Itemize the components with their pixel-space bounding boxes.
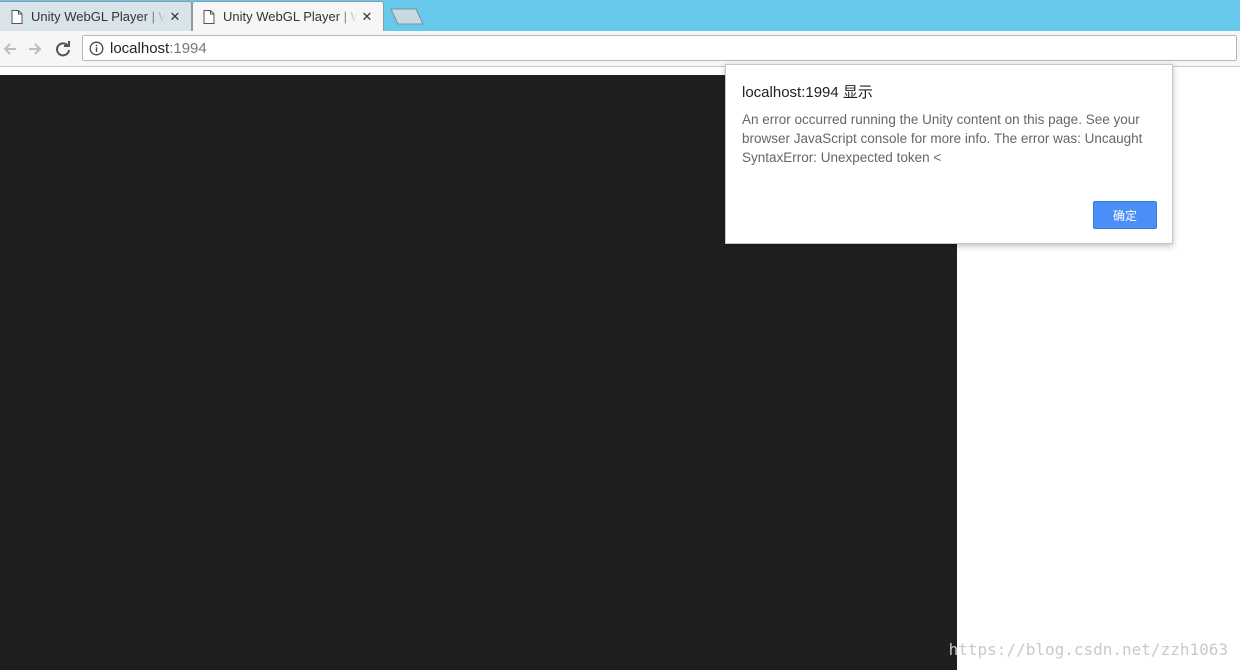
alert-dialog: localhost:1994 显示 An error occurred runn… [725, 64, 1173, 244]
watermark: https://blog.csdn.net/zzh1063 [948, 640, 1228, 659]
address-bar[interactable]: localhost:1994 [82, 35, 1237, 61]
tab-close-icon[interactable]: ✕ [357, 9, 377, 25]
tab-unity-webgl-player-2[interactable]: Unity WebGL Player | Web ✕ [192, 1, 384, 31]
document-icon [11, 9, 23, 24]
url-host: localhost [110, 39, 170, 57]
dialog-message: An error occurred running the Unity cont… [742, 112, 1143, 165]
tab-title: Unity WebGL Player | Web [31, 9, 165, 24]
ok-button[interactable]: 确定 [1093, 201, 1157, 229]
dialog-title: localhost:1994 显示 [742, 84, 873, 101]
arrow-right-icon[interactable] [24, 38, 46, 60]
tab-unity-webgl-player-1[interactable]: Unity WebGL Player | Web ✕ [0, 1, 192, 31]
document-icon [203, 9, 215, 24]
tab-title: Unity WebGL Player | Web [223, 9, 357, 24]
tab-close-icon[interactable]: ✕ [165, 9, 185, 25]
tab-strip: Unity WebGL Player | Web ✕ Unity WebGL P… [0, 0, 1240, 31]
arrow-left-icon[interactable] [0, 38, 22, 60]
reload-icon[interactable] [52, 38, 74, 60]
browser-toolbar: localhost:1994 [0, 31, 1240, 67]
new-tab-button[interactable] [390, 8, 424, 25]
url-port: :1994 [169, 39, 207, 57]
info-icon[interactable] [89, 41, 104, 56]
